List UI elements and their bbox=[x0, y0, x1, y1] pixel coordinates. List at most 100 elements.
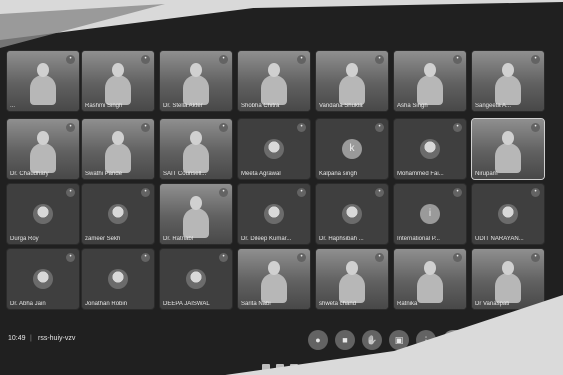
mic-muted-icon: • bbox=[297, 188, 306, 197]
participant-name: zameer Sekh bbox=[85, 236, 121, 242]
participant-tile[interactable]: • Nirupam bbox=[471, 118, 545, 180]
meeting-code: rss-huiy-vzv bbox=[38, 335, 76, 342]
mic-muted-icon: • bbox=[531, 55, 540, 64]
mic-muted-icon: • bbox=[453, 123, 462, 132]
person-silhouette bbox=[30, 63, 56, 105]
avatar bbox=[420, 139, 440, 159]
mic-muted-icon: • bbox=[531, 188, 540, 197]
avatar bbox=[33, 269, 53, 289]
mic-button[interactable]: ● bbox=[308, 330, 328, 350]
mic-muted-icon: • bbox=[66, 123, 75, 132]
participant-tile[interactable]: k • Kalpana singh bbox=[315, 118, 389, 180]
participant-tile[interactable]: •... bbox=[6, 50, 80, 112]
participant-tile[interactable]: • Vandana Shukla bbox=[315, 50, 389, 112]
participant-name: Jonathan Robin bbox=[85, 301, 128, 307]
participant-name: Sangeeta A... bbox=[475, 103, 512, 109]
camera-button[interactable]: ■ bbox=[335, 330, 355, 350]
participant-tile[interactable]: • Dr. Haphsibah ... bbox=[315, 183, 389, 245]
person-silhouette bbox=[417, 63, 443, 105]
avatar bbox=[342, 204, 362, 224]
participant-name: Rashmi Singh bbox=[85, 103, 123, 109]
participant-tile[interactable]: • zameer Sekh bbox=[81, 183, 155, 245]
person-silhouette bbox=[261, 63, 287, 105]
participant-name: Vandana Shukla bbox=[319, 103, 363, 109]
participant-tile[interactable]: • Dr. Dileep Kumar... bbox=[237, 183, 311, 245]
raise-hand-button[interactable]: ✋ bbox=[362, 330, 382, 350]
participant-name: Nirupam bbox=[475, 171, 498, 177]
participant-tile[interactable]: • Dr Vanaspati bbox=[471, 248, 545, 310]
mic-muted-icon: • bbox=[219, 123, 228, 132]
person-silhouette bbox=[261, 261, 287, 303]
participant-name: Meeta Agrawal bbox=[241, 171, 281, 177]
person-silhouette bbox=[339, 63, 365, 105]
participant-tile[interactable]: • Ratnika bbox=[393, 248, 467, 310]
participant-tile[interactable]: • Rashmi Singh bbox=[81, 50, 155, 112]
participant-tile[interactable]: • Dr. Stella Akter bbox=[159, 50, 233, 112]
participant-tile[interactable]: • Swathi Pande bbox=[81, 118, 155, 180]
mic-muted-icon: • bbox=[66, 55, 75, 64]
participant-tile[interactable]: • UDIT NARAYAN... bbox=[471, 183, 545, 245]
present-icon: ▣ bbox=[394, 335, 404, 345]
mic-muted-icon: • bbox=[375, 188, 384, 197]
participant-tile[interactable]: • Sangeeta A... bbox=[471, 50, 545, 112]
separator: | bbox=[30, 335, 32, 342]
participant-tile[interactable]: • Mohammed Fai... bbox=[393, 118, 467, 180]
participant-tile[interactable]: • Durga Roy bbox=[6, 183, 80, 245]
camera-icon: ■ bbox=[342, 335, 348, 345]
avatar bbox=[108, 204, 128, 224]
participant-tile[interactable]: • DEEPA JAISWAL bbox=[159, 248, 233, 310]
participant-tile[interactable]: • Asha Singh bbox=[393, 50, 467, 112]
mic-muted-icon: • bbox=[141, 123, 150, 132]
participant-name: Dr. Ratnabl bbox=[163, 236, 194, 242]
participant-name: International P... bbox=[397, 236, 440, 242]
avatar bbox=[33, 204, 53, 224]
mic-muted-icon: • bbox=[141, 253, 150, 262]
participant-name: DEEPA JAISWAL bbox=[163, 301, 210, 307]
mic-muted-icon: • bbox=[297, 123, 306, 132]
participant-name: Asha Singh bbox=[397, 103, 428, 109]
participant-tile[interactable]: • Dr. Ratnabl bbox=[159, 183, 233, 245]
avatar bbox=[498, 204, 518, 224]
mic-muted-icon: • bbox=[66, 188, 75, 197]
mic-icon: ● bbox=[315, 335, 321, 345]
participant-grid: •... • Rashmi Singh • Dr. Stella Akter • Shobh… bbox=[6, 50, 563, 310]
participant-tile[interactable]: • Dr. Chaudhary bbox=[6, 118, 80, 180]
participant-tile[interactable]: • Sarita Nabi bbox=[237, 248, 311, 310]
avatar bbox=[186, 269, 206, 289]
participant-name: Durga Roy bbox=[10, 236, 39, 242]
mic-muted-icon: • bbox=[219, 55, 228, 64]
participant-name: Ratnika bbox=[397, 301, 418, 307]
participant-tile[interactable]: • Dr. Abha Jain bbox=[6, 248, 80, 310]
mic-muted-icon: • bbox=[297, 253, 306, 262]
mic-muted-icon: • bbox=[141, 188, 150, 197]
participant-name: Kalpana singh bbox=[319, 171, 358, 177]
mic-muted-icon: • bbox=[375, 253, 384, 262]
participant-name: Swathi Pande bbox=[85, 171, 123, 177]
participant-name: Dr. Abha Jain bbox=[10, 301, 46, 307]
participant-name: Dr. Haphsibah ... bbox=[319, 236, 364, 242]
participant-name: UDIT NARAYAN... bbox=[475, 236, 524, 242]
present-button[interactable]: ▣ bbox=[389, 330, 409, 350]
avatar: i bbox=[420, 204, 440, 224]
participant-tile[interactable]: i • International P... bbox=[393, 183, 467, 245]
participant-name: Dr. Chaudhary bbox=[10, 171, 49, 177]
mic-muted-icon: • bbox=[453, 55, 462, 64]
person-silhouette bbox=[183, 196, 209, 238]
participant-name: SAIT Counsell... bbox=[163, 171, 207, 177]
mic-muted-icon: • bbox=[219, 253, 228, 262]
person-silhouette bbox=[183, 131, 209, 173]
avatar: k bbox=[342, 139, 362, 159]
participant-name: shweta chand bbox=[319, 301, 357, 307]
raise-hand-icon: ✋ bbox=[366, 335, 378, 345]
meet-screen: •... • Rashmi Singh • Dr. Stella Akter • Shobh… bbox=[0, 0, 563, 375]
participant-tile[interactable]: • SAIT Counsell... bbox=[159, 118, 233, 180]
mic-muted-icon: • bbox=[375, 123, 384, 132]
mic-muted-icon: • bbox=[453, 188, 462, 197]
mic-muted-icon: • bbox=[66, 253, 75, 262]
participant-tile[interactable]: • Shobha Chitra bbox=[237, 50, 311, 112]
participant-tile[interactable]: • Meeta Agrawal bbox=[237, 118, 311, 180]
mic-muted-icon: • bbox=[531, 123, 540, 132]
participant-tile[interactable]: • Jonathan Robin bbox=[81, 248, 155, 310]
person-silhouette bbox=[30, 131, 56, 173]
participant-tile[interactable]: • shweta chand bbox=[315, 248, 389, 310]
